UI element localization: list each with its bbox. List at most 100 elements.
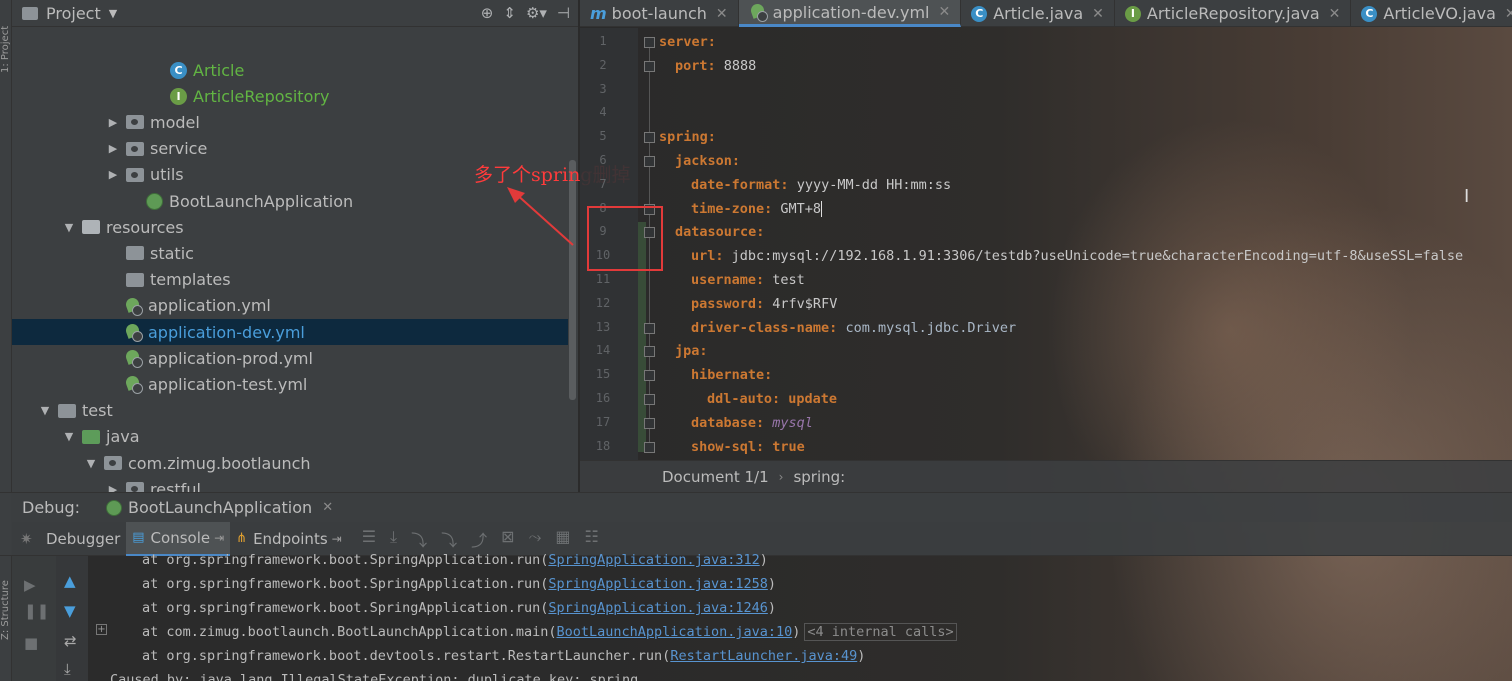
stack-trace-link[interactable]: SpringApplication.java:1258 xyxy=(548,576,767,592)
evaluate-icon[interactable]: ▦ xyxy=(555,527,570,551)
drop-frame-icon[interactable]: ⊠ xyxy=(501,527,514,551)
collapse-all-icon[interactable]: ⇕ xyxy=(503,4,516,22)
tree-item[interactable]: C Article xyxy=(12,57,568,83)
tree-item[interactable]: ▼ resources xyxy=(12,214,568,240)
stack-trace-link[interactable]: SpringApplication.java:312 xyxy=(548,552,759,568)
line-number: 4 xyxy=(599,105,607,120)
close-icon[interactable]: ✕ xyxy=(939,4,951,20)
close-icon[interactable]: ✕ xyxy=(1092,6,1104,22)
project-tool-label[interactable]: 1: Project xyxy=(0,4,12,94)
tree-item[interactable]: static xyxy=(12,240,568,266)
tree-item[interactable]: application-test.yml xyxy=(12,371,568,397)
debug-session-tab[interactable]: BootLaunchApplication ✕ xyxy=(106,498,333,517)
close-icon[interactable]: ✕ xyxy=(1329,6,1341,22)
tree-item[interactable]: I ArticleRepository xyxy=(12,83,568,109)
chevron-down-icon[interactable]: ▼ xyxy=(62,221,76,234)
tree-item[interactable]: ▶ restful xyxy=(12,476,568,492)
close-icon[interactable]: ✕ xyxy=(716,6,728,22)
tree-item[interactable]: templates xyxy=(12,267,568,293)
tree-item[interactable]: ▼ com.zimug.bootlaunch xyxy=(12,450,568,476)
fold-marker-icon[interactable] xyxy=(644,132,655,144)
expand-icon[interactable]: + xyxy=(96,624,107,635)
tree-item[interactable]: ▼ java xyxy=(12,424,568,450)
pin-icon[interactable]: ⇥ xyxy=(214,531,224,545)
tab-debugger[interactable]: Debugger xyxy=(40,522,126,556)
step-into-icon[interactable]: ⤵ xyxy=(411,527,427,551)
fold-marker-icon[interactable] xyxy=(644,370,655,382)
stack-trace-link[interactable]: RestartLauncher.java:49 xyxy=(670,648,857,664)
yaml-key: date-format: xyxy=(691,176,789,193)
tree-item[interactable]: application-prod.yml xyxy=(12,345,568,371)
fold-marker-icon[interactable] xyxy=(644,417,655,429)
up-arrow-icon[interactable]: ▲ xyxy=(64,572,76,590)
code-line: jpa: xyxy=(675,339,708,363)
editor-tab[interactable]: C Article.java ✕ xyxy=(961,0,1115,27)
tree-item[interactable]: ▶ model xyxy=(12,109,568,135)
structure-tool-label[interactable]: Z: Structure xyxy=(0,560,12,660)
tree-item[interactable]: ▶ service xyxy=(12,136,568,162)
trace-icon[interactable]: ☷ xyxy=(585,527,599,551)
project-folder-icon xyxy=(22,6,38,20)
resume-icon[interactable]: ▶ xyxy=(24,576,36,594)
editor-tab[interactable]: I ArticleRepository.java ✕ xyxy=(1115,0,1352,27)
fold-marker-icon[interactable] xyxy=(644,156,655,167)
chevron-right-icon[interactable]: ▶ xyxy=(106,483,120,492)
hide-panel-icon[interactable]: ⊣ xyxy=(557,4,570,22)
pin-icon[interactable]: ⇥ xyxy=(332,532,342,546)
tree-item[interactable]: ▼ test xyxy=(12,398,568,424)
project-panel-title[interactable]: Project xyxy=(46,4,101,23)
chevron-down-icon[interactable]: ▼ xyxy=(109,7,117,20)
yaml-key: datasource: xyxy=(675,224,765,241)
yaml-value: 8888 xyxy=(723,57,757,74)
locate-icon[interactable]: ⊕ xyxy=(481,4,494,22)
debug-left-actions: ▶ ❚❚ ■ xyxy=(12,556,56,681)
stop-icon[interactable]: ■ xyxy=(24,634,38,652)
text-cursor-icon: I xyxy=(1464,186,1470,207)
line-number: 2 xyxy=(599,57,607,72)
console-line: at org.springframework.boot.SpringApplic… xyxy=(142,572,776,596)
code-line: ddl-auto: update xyxy=(707,387,837,411)
console-text-suffix: ) xyxy=(767,576,776,592)
tree-item[interactable]: application.yml xyxy=(12,293,568,319)
console-text-suffix: ) xyxy=(792,624,801,640)
stack-trace-link[interactable]: SpringApplication.java:1246 xyxy=(548,600,767,616)
chevron-right-icon[interactable]: ▶ xyxy=(106,142,120,155)
chevron-down-icon[interactable]: ▼ xyxy=(62,430,76,443)
tree-item[interactable]: BootLaunchApplication xyxy=(12,188,568,214)
fold-marker-icon[interactable] xyxy=(644,37,655,48)
line-number: 11 xyxy=(595,272,611,286)
chevron-down-icon[interactable]: ▼ xyxy=(84,457,98,470)
force-step-into-icon[interactable]: ⤵ xyxy=(441,527,457,551)
chevron-right-icon[interactable]: ▶ xyxy=(106,116,120,129)
chevron-down-icon[interactable]: ▼ xyxy=(38,404,52,417)
chevron-right-icon[interactable]: ▶ xyxy=(106,168,120,181)
gear-icon[interactable]: ⚙▾ xyxy=(526,4,547,22)
run-to-cursor-icon[interactable]: ⤳ xyxy=(529,527,542,551)
internal-calls-badge[interactable]: <4 internal calls> xyxy=(804,623,957,641)
close-icon[interactable]: ✕ xyxy=(1505,6,1512,22)
stack-trace-link[interactable]: BootLaunchApplication.java:10 xyxy=(557,624,793,640)
breadcrumb-spring[interactable]: spring: xyxy=(793,468,845,486)
tree-item[interactable]: application-dev.yml xyxy=(12,319,568,345)
console-text: at org.springframework.boot.devtools.res… xyxy=(142,648,671,664)
code-line: password: 4rfv$RFV xyxy=(691,292,837,316)
down-arrow-icon[interactable]: ▼ xyxy=(64,602,76,620)
fold-marker-icon[interactable] xyxy=(644,322,655,334)
editor-tab[interactable]: application-dev.yml ✕ xyxy=(738,0,962,27)
step-over-icon[interactable]: ⤓ xyxy=(390,527,397,551)
fold-marker-icon[interactable] xyxy=(644,346,655,358)
breadcrumb-document[interactable]: Document 1/1 xyxy=(662,468,769,486)
close-icon[interactable]: ✕ xyxy=(322,500,333,515)
fold-marker-icon[interactable] xyxy=(644,441,655,453)
fold-marker-icon[interactable] xyxy=(644,60,655,72)
maven-icon: m xyxy=(590,4,607,23)
step-out-icon[interactable]: ⤴ xyxy=(471,527,487,551)
scroll-to-end-icon[interactable]: ⤓ xyxy=(64,660,71,678)
code-line: jackson: xyxy=(675,149,740,173)
soft-wrap-icon[interactable]: ⇄ xyxy=(64,632,77,650)
fold-marker-icon[interactable] xyxy=(644,394,655,405)
pause-icon[interactable]: ❚❚ xyxy=(24,602,49,620)
editor-tab[interactable]: m boot-launch ✕ xyxy=(580,0,739,27)
editor-tab[interactable]: C ArticleVO.java ✕ xyxy=(1351,0,1512,27)
show-execution-point-icon[interactable]: ☰ xyxy=(362,527,376,551)
